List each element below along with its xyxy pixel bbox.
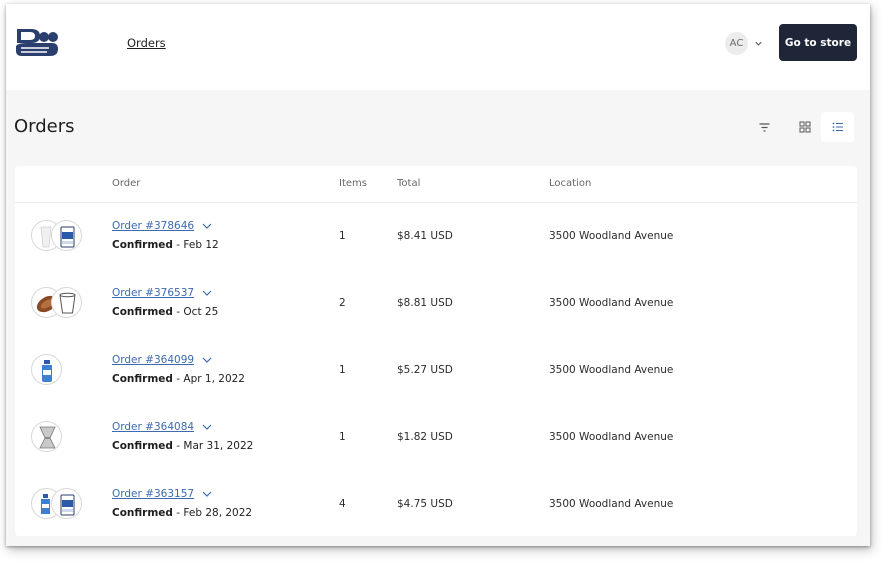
table-row[interactable]: Order #378646 Confirmed - Feb 12 1 $8.41… [15,202,857,269]
order-total: $1.82 USD [397,431,453,443]
page-title: Orders [14,116,75,137]
view-toggle [788,112,855,142]
status-label: Confirmed [112,440,173,452]
order-link[interactable]: Order #364084 [112,421,212,433]
order-status: Confirmed - Feb 28, 2022 [112,507,252,519]
column-header-items: Items [339,178,367,189]
table-row[interactable]: Order #364084 Confirmed - Mar 31, 2022 1… [15,403,857,470]
items-count: 2 [339,297,346,309]
product-thumbnail [51,488,82,519]
items-count: 4 [339,498,346,510]
go-to-store-button[interactable]: Go to store [779,24,857,61]
order-location: 3500 Woodland Avenue [549,431,674,443]
nav-orders-link[interactable]: Orders [127,36,166,50]
account-menu[interactable]: AC [725,32,763,55]
list-view-button[interactable] [821,112,854,142]
order-status: Confirmed - Apr 1, 2022 [112,373,245,385]
column-header-order: Order [112,178,141,189]
app-window: Orders AC Go to store Orders Order Items… [6,4,870,546]
product-thumbnail [31,421,62,452]
table-header: Order Items Total Location [15,166,857,203]
column-header-total: Total [397,178,421,189]
chevron-down-icon[interactable] [202,289,212,297]
items-count: 1 [339,431,346,443]
filter-icon[interactable] [758,121,771,134]
status-label: Confirmed [112,306,173,318]
order-location: 3500 Woodland Avenue [549,364,674,376]
column-header-location: Location [549,178,592,189]
chevron-down-icon[interactable] [202,490,212,498]
order-link[interactable]: Order #363157 [112,488,212,500]
order-date: - Apr 1, 2022 [172,373,245,385]
chevron-down-icon[interactable] [202,222,212,230]
order-link[interactable]: Order #376537 [112,287,212,299]
order-date: - Feb 28, 2022 [172,507,253,519]
list-view-icon [832,122,843,132]
orders-table: Order Items Total Location Order #378646… [15,166,857,536]
order-status: Confirmed - Oct 25 [112,306,218,318]
order-number[interactable]: Order #363157 [112,488,194,500]
order-status: Confirmed - Feb 12 [112,239,219,251]
order-status: Confirmed - Mar 31, 2022 [112,440,253,452]
order-location: 3500 Woodland Avenue [549,498,674,510]
product-thumbnail [31,354,62,385]
order-number[interactable]: Order #364084 [112,421,194,433]
grid-view-icon [799,121,810,133]
chevron-down-icon[interactable] [202,356,212,364]
order-link[interactable]: Order #378646 [112,220,212,232]
order-total: $8.81 USD [397,297,453,309]
product-thumbnail [51,287,82,318]
table-row[interactable]: Order #364099 Confirmed - Apr 1, 2022 1 … [15,336,857,403]
order-date: - Oct 25 [172,306,219,318]
order-number[interactable]: Order #364099 [112,354,194,366]
order-number[interactable]: Order #378646 [112,220,194,232]
order-date: - Feb 12 [172,239,219,251]
items-count: 1 [339,364,346,376]
chevron-down-icon[interactable] [202,423,212,431]
order-total: $5.27 USD [397,364,453,376]
header: Orders AC Go to store [6,4,870,90]
status-label: Confirmed [112,373,173,385]
order-date: - Mar 31, 2022 [172,440,254,452]
order-total: $8.41 USD [397,230,453,242]
order-location: 3500 Woodland Avenue [549,297,674,309]
status-label: Confirmed [112,507,173,519]
table-row[interactable]: Order #363157 Confirmed - Feb 28, 2022 4… [15,470,857,537]
items-count: 1 [339,230,346,242]
order-total: $4.75 USD [397,498,453,510]
avatar[interactable]: AC [725,32,748,55]
order-location: 3500 Woodland Avenue [549,230,674,242]
table-row[interactable]: Order #376537 Confirmed - Oct 25 2 $8.81… [15,269,857,336]
order-number[interactable]: Order #376537 [112,287,194,299]
logo-icon[interactable] [14,26,60,60]
order-link[interactable]: Order #364099 [112,354,212,366]
product-thumbnail [51,220,82,251]
chevron-down-icon[interactable] [754,39,763,48]
status-label: Confirmed [112,239,173,251]
grid-view-button[interactable] [788,112,821,142]
